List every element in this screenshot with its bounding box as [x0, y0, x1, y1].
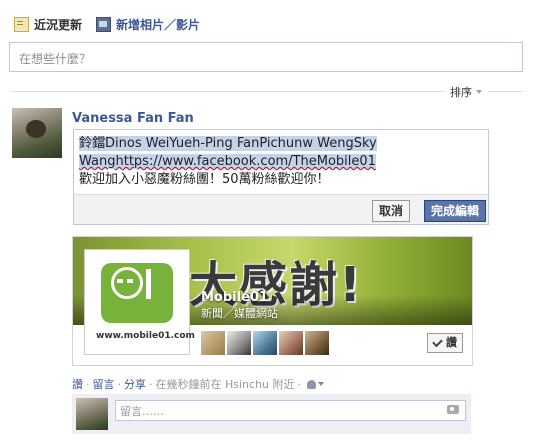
chevron-down-icon [476, 90, 482, 94]
composer-placeholder: 在想些什麼？ [19, 52, 92, 66]
fork-icon [146, 269, 151, 299]
editor-toolbar: 取消 完成編輯 [74, 194, 488, 224]
logo-url-text: www.mobile01.com [96, 331, 195, 341]
post-actions: 讚 · 留言 · 分享 · 在幾秒鐘前在 Hsinchu 附近 · [72, 376, 325, 392]
comment-link[interactable]: 留言 [93, 376, 115, 392]
commenter-avatar [76, 398, 108, 430]
author-name-link[interactable]: Vanessa Fan Fan [72, 111, 194, 126]
post-meta: 在幾秒鐘前在 Hsinchu 附近 [155, 378, 295, 391]
status-icon [14, 17, 29, 32]
shared-page-card[interactable]: 大感謝! www.mobile01.com Mobile01 新聞／媒體網站 讚 [72, 236, 473, 366]
page-name-link[interactable]: Mobile01 [201, 290, 268, 305]
audience-icon[interactable] [307, 379, 317, 389]
camera-icon[interactable] [447, 405, 459, 414]
comment-placeholder: 留言…… [120, 405, 164, 418]
tab-status-update[interactable]: 近況更新 [14, 16, 82, 33]
editor-line-1: 鈴鐺Dinos WeiYueh-Ping FanPichunw WengSky [79, 136, 377, 151]
sort-dropdown[interactable]: 排序 [444, 84, 488, 100]
post-edit-box[interactable]: 鈴鐺Dinos WeiYueh-Ping FanPichunw WengSky … [73, 129, 489, 225]
editor-line-2: Wanghttps://www.facebook.com/TheMobile01 [79, 154, 376, 169]
done-editing-button[interactable]: 完成編輯 [423, 200, 486, 222]
friend-avatar[interactable] [279, 331, 303, 355]
sort-label: 排序 [450, 86, 472, 99]
author-avatar[interactable] [12, 108, 62, 158]
check-icon [432, 336, 443, 347]
comment-area: 留言…… [72, 394, 471, 434]
like-page-button[interactable]: 讚 [427, 333, 463, 353]
tab-status-label: 近況更新 [34, 18, 83, 32]
status-composer-input[interactable]: 在想些什麼？ [9, 42, 523, 72]
like-link[interactable]: 讚 [72, 376, 83, 392]
cancel-button[interactable]: 取消 [371, 200, 410, 222]
friend-avatar[interactable] [253, 331, 277, 355]
share-link[interactable]: 分享 [124, 376, 146, 392]
friend-avatar[interactable] [201, 331, 225, 355]
photo-video-icon [96, 17, 111, 32]
tab-photo-label: 新增相片／影片 [116, 18, 201, 32]
comment-input[interactable]: 留言…… [115, 400, 466, 421]
friend-avatar[interactable] [227, 331, 251, 355]
page-profile-picture[interactable]: www.mobile01.com [84, 249, 195, 355]
like-page-label: 讚 [446, 336, 457, 349]
editor-line-3: 歡迎加入小惡魔粉絲團！50萬粉絲歡迎你！ [79, 172, 330, 187]
page-category: 新聞／媒體網站 [201, 307, 278, 320]
friend-avatar[interactable] [305, 331, 329, 355]
devil-face-icon [111, 267, 143, 299]
tab-add-photo-video[interactable]: 新增相片／影片 [96, 16, 200, 33]
chevron-down-icon[interactable] [318, 382, 325, 386]
